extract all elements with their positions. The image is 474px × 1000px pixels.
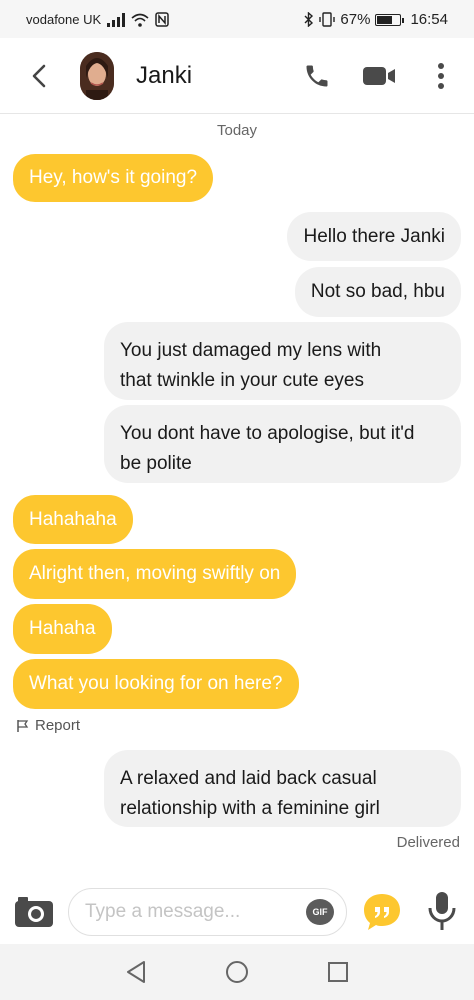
message-bubble-outgoing[interactable]: A relaxed and laid back casual relations… xyxy=(104,750,461,827)
wifi-icon xyxy=(131,13,149,27)
report-link[interactable]: Report xyxy=(16,717,80,734)
camera-button[interactable] xyxy=(14,894,54,928)
message-text: A relaxed and laid back casual relations… xyxy=(120,764,380,824)
message-text: Hello there Janki xyxy=(303,225,445,247)
message-line: A relaxed and laid back casual xyxy=(120,768,377,789)
message-input-placeholder: Type a message... xyxy=(85,901,241,922)
phone-icon xyxy=(306,65,328,87)
mic-icon xyxy=(428,892,456,930)
chat-header: Janki xyxy=(0,38,474,114)
report-label: Report xyxy=(35,717,81,734)
triangle-back-icon xyxy=(127,961,145,983)
message-line: relationship with a feminine girl xyxy=(120,798,380,819)
nfc-icon xyxy=(155,12,169,27)
message-bubble-outgoing[interactable]: You dont have to apologise, but it'd be … xyxy=(104,405,461,483)
message-bubble-outgoing[interactable]: Not so bad, hbu xyxy=(294,267,461,317)
battery-level xyxy=(377,15,392,24)
camera-icon xyxy=(15,897,53,927)
gif-button[interactable]: GIF xyxy=(306,899,334,925)
message-bubble-outgoing[interactable]: You just damaged my lens with that twink… xyxy=(104,322,461,400)
message-text: You dont have to apologise, but it'd be … xyxy=(120,419,415,479)
message-text: Not so bad, hbu xyxy=(310,281,445,302)
delivery-status: Delivered xyxy=(396,834,460,851)
message-text: Alright then, moving swiftly on xyxy=(29,563,281,584)
voice-message-button[interactable] xyxy=(426,890,458,932)
message-text: Hahahaha xyxy=(29,508,117,530)
message-text: You just damaged my lens with that twink… xyxy=(120,336,381,396)
avatar[interactable] xyxy=(80,52,114,100)
avatar-portrait xyxy=(80,52,114,100)
system-nav-bar xyxy=(0,944,474,1000)
nav-recents-button[interactable] xyxy=(324,958,352,986)
clock: 16:54 xyxy=(410,11,448,28)
quote-icon xyxy=(364,894,400,930)
nav-back-button[interactable] xyxy=(122,958,150,986)
nav-home-button[interactable] xyxy=(223,958,251,986)
circle-home-icon xyxy=(226,961,248,983)
message-bubble-incoming[interactable]: Hey, how's it going? xyxy=(13,154,214,202)
message-text: Hahaha xyxy=(29,618,96,639)
message-line: that twinkle in your cute eyes xyxy=(120,370,364,391)
flag-icon xyxy=(17,719,29,732)
more-vert-icon xyxy=(438,63,444,89)
contact-name[interactable]: Janki xyxy=(136,62,192,90)
message-bubble-incoming[interactable]: Alright then, moving swiftly on xyxy=(13,549,297,599)
back-icon xyxy=(32,64,46,88)
call-button[interactable] xyxy=(300,60,334,92)
battery-percent: 67% xyxy=(340,11,371,28)
carrier-label: vodafone UK xyxy=(26,12,102,27)
message-text: What you looking for on here? xyxy=(29,673,283,694)
vibrate-icon xyxy=(319,12,336,27)
quick-reply-button[interactable] xyxy=(362,892,402,932)
message-bubble-outgoing[interactable]: Hello there Janki xyxy=(287,212,461,261)
status-bar: vodafone UK 67% 16:54 xyxy=(0,0,474,38)
message-line: You dont have to apologise, but it'd xyxy=(120,423,415,444)
message-line: You just damaged my lens with xyxy=(120,340,382,361)
more-options-button[interactable] xyxy=(424,60,458,92)
back-button[interactable] xyxy=(24,60,54,92)
square-recents-icon xyxy=(328,962,348,982)
message-bubble-incoming[interactable]: What you looking for on here? xyxy=(13,659,299,709)
video-icon xyxy=(363,67,395,85)
message-line: be polite xyxy=(120,453,192,474)
battery-icon xyxy=(375,13,405,26)
date-separator: Today xyxy=(216,122,258,139)
message-bubble-incoming[interactable]: Hahaha xyxy=(13,604,112,654)
message-bubble-incoming[interactable]: Hahahaha xyxy=(13,495,133,544)
message-text: Hey, how's it going? xyxy=(29,167,198,188)
video-call-button[interactable] xyxy=(362,60,396,92)
signal-icon xyxy=(107,12,126,27)
bluetooth-icon xyxy=(304,12,314,27)
